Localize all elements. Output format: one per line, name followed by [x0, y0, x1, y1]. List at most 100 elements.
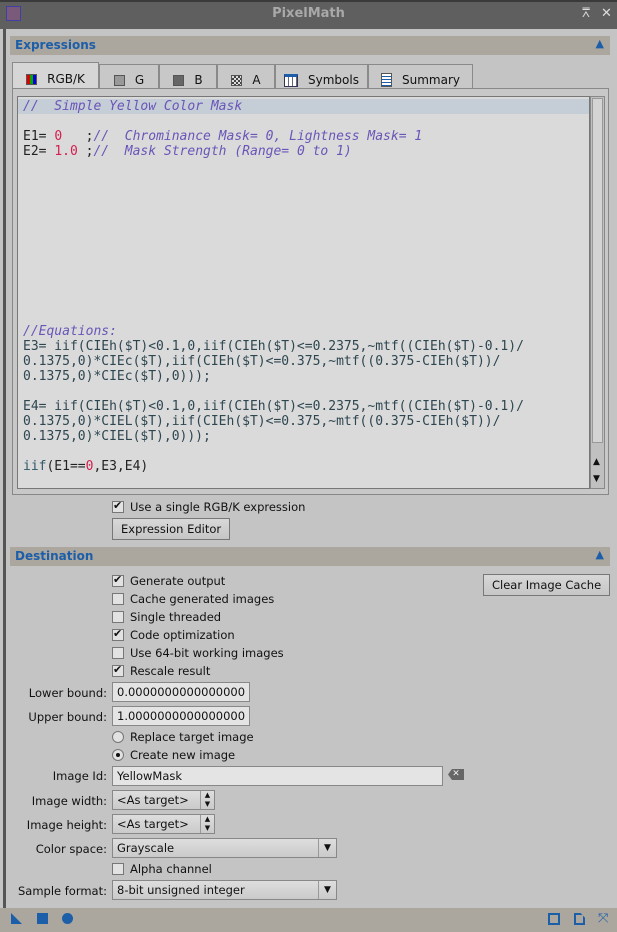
spinbox-value: <As target>: [117, 793, 189, 807]
expression-editor[interactable]: // Simple Yellow Color Mask E1= 0 ;// Chr…: [17, 96, 590, 489]
expressions-section-header[interactable]: Expressions ▲: [10, 36, 610, 55]
scroll-up-icon[interactable]: ▲: [593, 457, 600, 467]
option-checkbox[interactable]: Cache generated images: [112, 592, 274, 606]
tab-b[interactable]: B: [159, 64, 217, 89]
tab-a[interactable]: A: [217, 64, 275, 89]
tab-g[interactable]: G: [99, 64, 159, 89]
collapse-icon[interactable]: ▲: [596, 37, 604, 50]
checkbox[interactable]: [112, 499, 124, 513]
upper-bound-input[interactable]: 1.0000000000000000: [112, 706, 250, 726]
option-checkbox[interactable]: Code optimization: [112, 627, 235, 642]
checkbox-label: Use a single RGB/K expression: [130, 500, 306, 514]
section-title: Destination: [15, 549, 94, 563]
spinbox-value: <As target>: [117, 817, 189, 831]
checkbox[interactable]: [112, 593, 124, 605]
alpha-channel-checkbox[interactable]: Alpha channel: [112, 862, 212, 876]
checkbox-label: Use 64-bit working images: [130, 646, 284, 660]
checkbox-label: Generate output: [130, 574, 226, 588]
image-height-spinbox[interactable]: <As target> ▲ ▼: [112, 814, 215, 834]
code-line: 0.1375,0)*CIEc($T),0)));: [23, 369, 211, 384]
spin-arrows-icon[interactable]: ▲ ▼: [200, 791, 214, 809]
scrollbar-thumb[interactable]: [592, 98, 603, 443]
scroll-down-icon[interactable]: ▼: [593, 474, 600, 484]
checkbox[interactable]: [112, 663, 124, 677]
tab-label: RGB/K: [47, 72, 85, 86]
table-icon: [284, 73, 299, 87]
select-value: 8-bit unsigned integer: [117, 883, 245, 897]
editor-scrollbar[interactable]: ▲ ▼: [590, 96, 605, 489]
section-title: Expressions: [15, 38, 96, 52]
image-width-label: Image width:: [31, 794, 107, 808]
select-value: Grayscale: [117, 841, 175, 855]
apply-icon[interactable]: [62, 913, 73, 924]
tab-label: Symbols: [308, 73, 359, 87]
option-checkbox[interactable]: Single threaded: [112, 610, 221, 624]
radio[interactable]: [112, 749, 124, 761]
checkbox[interactable]: [112, 863, 124, 875]
destination-section-header[interactable]: Destination ▲: [10, 547, 610, 566]
radio[interactable]: [112, 731, 124, 743]
checker-icon: [231, 74, 243, 86]
code-line: 0.1375,0)*CIEc($T),iif(CIEh($T)<=0.375,~…: [23, 354, 501, 369]
code-line: //Equations:: [23, 324, 117, 339]
checkbox-label: Single threaded: [130, 610, 222, 624]
expression-editor-button[interactable]: Expression Editor: [112, 518, 231, 540]
image-width-spinbox[interactable]: <As target> ▲ ▼: [112, 790, 215, 810]
tab-rgbk[interactable]: RGB/K: [12, 62, 99, 89]
apply-global-icon[interactable]: [37, 913, 48, 924]
checkbox[interactable]: [112, 647, 124, 659]
checkbox[interactable]: [112, 573, 124, 587]
tab-summary[interactable]: Summary: [368, 64, 473, 89]
image-id-label: Image Id:: [52, 769, 107, 783]
sample-format-label: Sample format:: [17, 884, 107, 898]
chevron-down-icon[interactable]: ▼: [318, 839, 336, 857]
checkbox[interactable]: [112, 611, 124, 623]
collapse-icon[interactable]: ▲: [596, 548, 604, 561]
checkbox-label: Alpha channel: [130, 862, 212, 876]
code-line: E2= 1.0 ;// Mask Strength (Range= 0 to 1…: [23, 144, 352, 159]
single-rgbk-checkbox[interactable]: Use a single RGB/K expression: [112, 499, 306, 514]
window-title: PixelMath: [272, 6, 345, 21]
clear-image-cache-button[interactable]: Clear Image Cache: [483, 574, 611, 596]
option-checkbox[interactable]: Use 64-bit working images: [112, 646, 284, 660]
tab-label: G: [134, 73, 145, 87]
dark-square-icon: [173, 74, 185, 86]
tab-symbols[interactable]: Symbols: [275, 64, 368, 89]
checkbox-label: Code optimization: [130, 628, 235, 642]
lower-bound-label: Lower bound:: [28, 686, 107, 700]
option-checkbox[interactable]: Rescale result: [112, 663, 211, 678]
reset-icon[interactable]: ⤧: [598, 911, 608, 926]
lower-bound-input[interactable]: 0.0000000000000000: [112, 682, 250, 702]
code-line: E4= iif(CIEh($T)<0.1,0,iif(CIEh($T)<=0.2…: [23, 399, 524, 414]
chevron-down-icon[interactable]: ▼: [318, 881, 336, 899]
create-new-image-radio[interactable]: Create new image: [112, 748, 235, 762]
spin-arrows-icon[interactable]: ▲ ▼: [200, 815, 214, 833]
option-checkbox[interactable]: Generate output: [112, 573, 226, 588]
color-space-label: Color space:: [35, 842, 107, 856]
code-line: E1= 0 ;// Chrominance Mask= 0, Lightness…: [23, 129, 423, 144]
checkbox-label: Rescale result: [130, 664, 211, 678]
tab-label: A: [252, 73, 261, 87]
sample-format-select[interactable]: 8-bit unsigned integer ▼: [112, 880, 337, 900]
checkbox[interactable]: [112, 627, 124, 641]
checkbox-label: Cache generated images: [130, 592, 275, 606]
image-id-input[interactable]: YellowMask: [112, 766, 443, 786]
preview-icon[interactable]: [548, 913, 560, 925]
close-icon[interactable]: ✕: [601, 6, 612, 21]
replace-target-radio[interactable]: Replace target image: [112, 730, 254, 744]
shade-icon[interactable]: ⩞: [582, 6, 590, 21]
code-line: iif(E1==0,E3,E4): [23, 459, 149, 474]
color-space-select[interactable]: Grayscale ▼: [112, 838, 337, 858]
tab-label: B: [194, 73, 203, 87]
code-line: // Simple Yellow Color Mask: [18, 99, 589, 114]
